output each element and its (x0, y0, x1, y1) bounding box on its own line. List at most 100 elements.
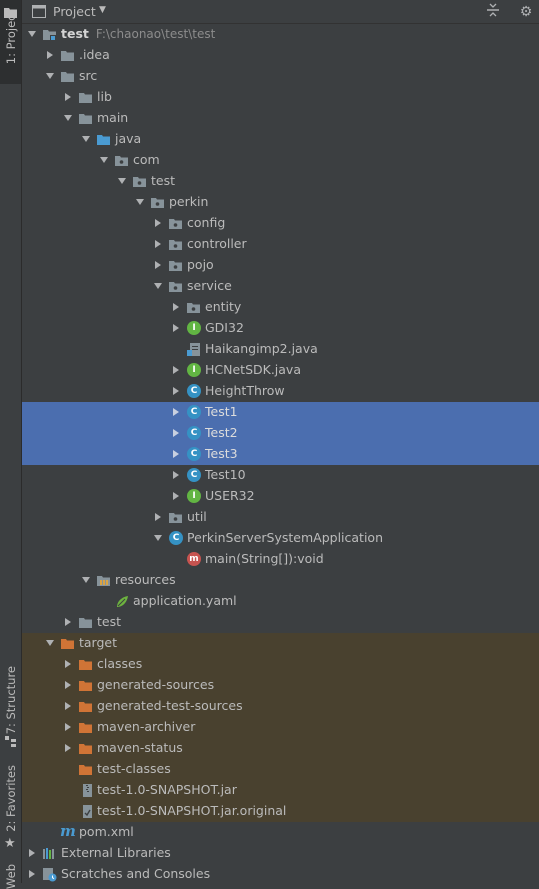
expand-arrow-icon[interactable] (44, 70, 56, 82)
tree-row-config[interactable]: config (22, 213, 539, 234)
tree-row-test-classes[interactable]: test-classes (22, 759, 539, 780)
tree-label: config (187, 215, 226, 230)
expand-arrow-icon[interactable] (98, 154, 110, 166)
collapse-all-icon[interactable] (484, 3, 502, 21)
tree-row-resources[interactable]: resources (22, 570, 539, 591)
tree-row-com[interactable]: com (22, 150, 539, 171)
tool-window-strip: 1: Project 7: Structure 2: Favorites ★ W… (0, 0, 22, 889)
tree-row-entity[interactable]: entity (22, 297, 539, 318)
tree-row-scratches[interactable]: Scratches and Consoles (22, 864, 539, 885)
expand-arrow-icon[interactable] (152, 280, 164, 292)
tree-row-root[interactable]: test F:\chaonao\test\test (22, 24, 539, 45)
panel-header: Project ▼ ⚙ (22, 0, 539, 24)
tree-row-main[interactable]: main (22, 108, 539, 129)
collapsed-arrow-icon[interactable] (170, 385, 182, 397)
tree-row-controller[interactable]: controller (22, 234, 539, 255)
collapsed-arrow-icon[interactable] (62, 91, 74, 103)
tree-row-test1[interactable]: C Test1 (22, 402, 539, 423)
collapsed-arrow-icon[interactable] (170, 427, 182, 439)
tree-row-test-dir[interactable]: test (22, 612, 539, 633)
tree-row-test10[interactable]: C Test10 (22, 465, 539, 486)
tree-row-external-libraries[interactable]: External Libraries (22, 843, 539, 864)
tree-row-jar[interactable]: test-1.0-SNAPSHOT.jar (22, 780, 539, 801)
tree-row-generated-test-sources[interactable]: generated-test-sources (22, 696, 539, 717)
collapsed-arrow-icon[interactable] (152, 238, 164, 250)
tree-label: Scratches and Consoles (61, 866, 211, 881)
web-tool-tab[interactable]: Web (0, 862, 21, 889)
collapsed-arrow-icon[interactable] (62, 679, 74, 691)
tree-row-application[interactable]: C PerkinServerSystemApplication (22, 528, 539, 549)
collapsed-arrow-icon[interactable] (170, 448, 182, 460)
tree-label: PerkinServerSystemApplication (187, 530, 384, 545)
tree-row-pojo[interactable]: pojo (22, 255, 539, 276)
folder-icon (78, 615, 93, 630)
expand-arrow-icon[interactable] (152, 532, 164, 544)
structure-tool-tab[interactable]: 7: Structure (0, 666, 21, 756)
collapsed-arrow-icon[interactable] (152, 511, 164, 523)
tree-row-heightthrow[interactable]: C HeightThrow (22, 381, 539, 402)
tree-row-main-method[interactable]: m main(String[]):void (22, 549, 539, 570)
tree-row-user32[interactable]: I USER32 (22, 486, 539, 507)
collapsed-arrow-icon[interactable] (152, 217, 164, 229)
tree-row-util[interactable]: util (22, 507, 539, 528)
collapsed-arrow-icon[interactable] (170, 490, 182, 502)
tree-label: pojo (187, 257, 214, 272)
expand-arrow-icon[interactable] (44, 637, 56, 649)
tree-row-service[interactable]: service (22, 276, 539, 297)
collapsed-arrow-icon[interactable] (170, 301, 182, 313)
tree-row-hcnetsdk[interactable]: I HCNetSDK.java (22, 360, 539, 381)
method-icon: m (187, 552, 201, 566)
tree-row-test3[interactable]: C Test3 (22, 444, 539, 465)
project-tool-tab[interactable]: 1: Project (0, 0, 21, 84)
class-icon: C (187, 468, 201, 482)
tree-row-gdi32[interactable]: I GDI32 (22, 318, 539, 339)
package-icon (150, 195, 165, 210)
collapsed-arrow-icon[interactable] (170, 469, 182, 481)
class-icon: C (187, 405, 201, 419)
expand-arrow-icon[interactable] (134, 196, 146, 208)
expand-arrow-icon[interactable] (80, 574, 92, 586)
collapsed-arrow-icon[interactable] (170, 364, 182, 376)
collapsed-arrow-icon[interactable] (26, 868, 38, 880)
expand-arrow-icon[interactable] (62, 112, 74, 124)
tree-row-application-yaml[interactable]: application.yaml (22, 591, 539, 612)
tree-row-classes[interactable]: classes (22, 654, 539, 675)
collapsed-arrow-icon[interactable] (62, 700, 74, 712)
collapsed-arrow-icon[interactable] (62, 742, 74, 754)
tree-row-maven-archiver[interactable]: maven-archiver (22, 717, 539, 738)
tree-row-src[interactable]: src (22, 66, 539, 87)
tree-row-maven-status[interactable]: maven-status (22, 738, 539, 759)
tree-row-target[interactable]: target (22, 633, 539, 654)
collapsed-arrow-icon[interactable] (170, 406, 182, 418)
gear-icon[interactable]: ⚙ (517, 3, 535, 21)
expand-arrow-icon[interactable] (26, 28, 38, 40)
chevron-down-icon[interactable]: ▼ (99, 5, 106, 15)
tree-row-haikangimp2[interactable]: Haikangimp2.java (22, 339, 539, 360)
excluded-folder-icon (78, 762, 93, 777)
tree-row-test-package[interactable]: test (22, 171, 539, 192)
expand-arrow-icon[interactable] (116, 175, 128, 187)
collapsed-arrow-icon[interactable] (26, 847, 38, 859)
collapsed-arrow-icon[interactable] (62, 721, 74, 733)
tree-label: HeightThrow (205, 383, 285, 398)
library-icon (42, 846, 57, 861)
tree-label: HCNetSDK.java (205, 362, 301, 377)
collapsed-arrow-icon[interactable] (170, 322, 182, 334)
tree-row-jar-original[interactable]: test-1.0-SNAPSHOT.jar.original (22, 801, 539, 822)
excluded-folder-icon (78, 657, 93, 672)
expand-arrow-icon[interactable] (80, 133, 92, 145)
panel-title[interactable]: Project (53, 4, 96, 19)
collapsed-arrow-icon[interactable] (152, 259, 164, 271)
collapsed-arrow-icon[interactable] (62, 616, 74, 628)
tree-row-perkin[interactable]: perkin (22, 192, 539, 213)
collapsed-arrow-icon[interactable] (44, 49, 56, 61)
collapsed-arrow-icon[interactable] (62, 658, 74, 670)
favorites-tool-tab[interactable]: 2: Favorites ★ (0, 765, 21, 854)
tree-row-generated-sources[interactable]: generated-sources (22, 675, 539, 696)
tree-label: test (151, 173, 176, 188)
tree-row-java[interactable]: java (22, 129, 539, 150)
tree-row-test2[interactable]: C Test2 (22, 423, 539, 444)
tree-row-pom[interactable]: m pom.xml (22, 822, 539, 843)
tree-row-idea[interactable]: .idea (22, 45, 539, 66)
tree-row-lib[interactable]: lib (22, 87, 539, 108)
